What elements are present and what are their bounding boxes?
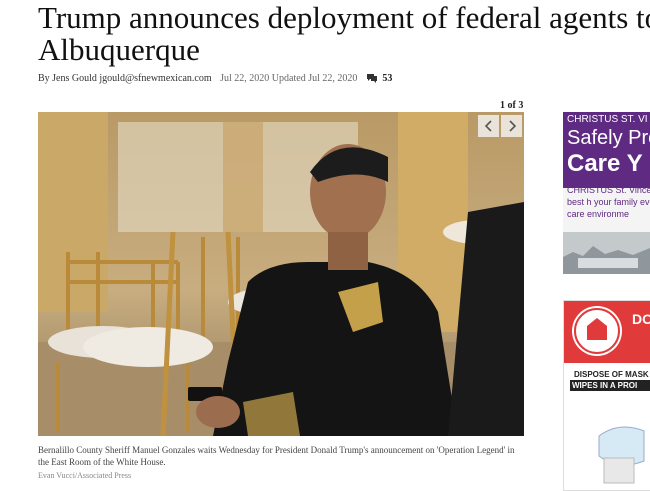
ad-heading: DO [632, 311, 650, 327]
publish-date: Jul 22, 2020 Updated Jul 22, 2020 [220, 73, 358, 84]
mask-wipes-image [564, 396, 650, 490]
gallery-photo[interactable] [38, 112, 524, 436]
ad-header: DO [564, 301, 650, 363]
ad-city-disposal[interactable]: DO DISPOSE OF MASK WIPES IN A PROI [563, 300, 650, 491]
byline: By Jens Gould jgould@sfnewmexican.com Ju… [38, 73, 392, 84]
ad-line2: WIPES IN A PROI [570, 380, 650, 391]
ad-line1: DISPOSE OF MASK [574, 370, 649, 379]
photo-caption: Bernalillo County Sheriff Manuel Gonzale… [38, 445, 515, 467]
comments-link[interactable]: 53 [366, 73, 393, 84]
ad-brand: CHRISTUS ST. VI [567, 114, 648, 125]
ad-christus[interactable]: CHRISTUS ST. VI Safely Pro Care Y CHRIST… [563, 112, 650, 274]
cityscape-image [563, 232, 650, 274]
comment-count: 53 [382, 73, 393, 84]
ad-body-text: CHRISTUS St. Vince providing the best h … [567, 185, 650, 219]
gallery-prev-button[interactable] [478, 115, 499, 137]
city-seal-icon [572, 306, 622, 356]
gallery-next-button[interactable] [501, 115, 522, 137]
comment-icon [366, 74, 377, 83]
ad-title-line1: Safely Pro [567, 127, 650, 149]
article-headline: Trump announces deployment of federal ag… [38, 0, 650, 67]
photo-credit: Evan Vucci/Associated Press [38, 471, 132, 480]
chevron-left-icon [484, 120, 492, 132]
gallery-counter: 1 of 3 [500, 100, 524, 111]
author[interactable]: By Jens Gould jgould@sfnewmexican.com [38, 73, 212, 84]
ad-title-line2: Care Y [567, 150, 643, 177]
chevron-right-icon [508, 120, 516, 132]
